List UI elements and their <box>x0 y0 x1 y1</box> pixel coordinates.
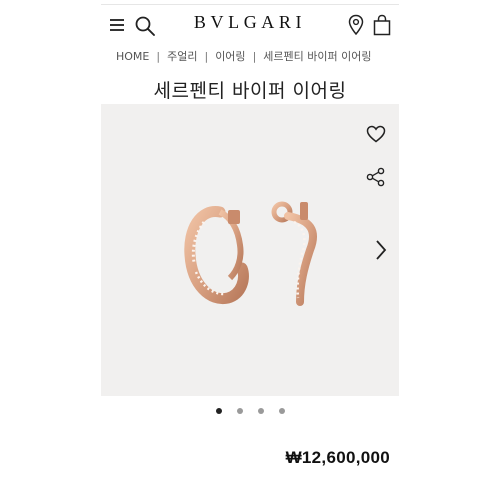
breadcrumb-separator: | <box>204 50 209 63</box>
carousel-dot-4[interactable] <box>279 408 285 414</box>
carousel-pagination <box>214 408 294 416</box>
brand-logo[interactable]: BVLGARI <box>186 12 314 33</box>
product-title: 세르펜티 바이퍼 이어링 <box>153 80 347 102</box>
share-icon[interactable] <box>366 167 386 187</box>
menu-icon[interactable] <box>110 19 124 31</box>
heart-icon[interactable] <box>366 125 386 143</box>
breadcrumb-earrings[interactable]: 이어링 <box>215 50 245 63</box>
shopping-bag-icon[interactable] <box>372 14 392 36</box>
chevron-right-icon[interactable] <box>374 238 388 262</box>
breadcrumb-separator: | <box>252 50 257 63</box>
carousel-dot-1[interactable] <box>216 408 222 414</box>
breadcrumb-separator: | <box>156 50 161 63</box>
breadcrumb-jewelry[interactable]: 주얼리 <box>167 50 197 63</box>
store-locator-icon[interactable] <box>347 14 365 36</box>
breadcrumb-current: 세르펜티 바이퍼 이어링 <box>263 50 372 63</box>
top-divider <box>101 4 399 5</box>
search-icon[interactable] <box>134 15 156 37</box>
product-photo-earrings <box>184 201 317 306</box>
breadcrumb-home[interactable]: HOME <box>116 50 149 63</box>
carousel-dot-2[interactable] <box>237 408 243 414</box>
breadcrumb: HOME | 주얼리 | 이어링 | 세르펜티 바이퍼 이어링 <box>116 48 401 64</box>
carousel-dot-3[interactable] <box>258 408 264 414</box>
product-price: ₩12,600,000 <box>285 448 390 467</box>
